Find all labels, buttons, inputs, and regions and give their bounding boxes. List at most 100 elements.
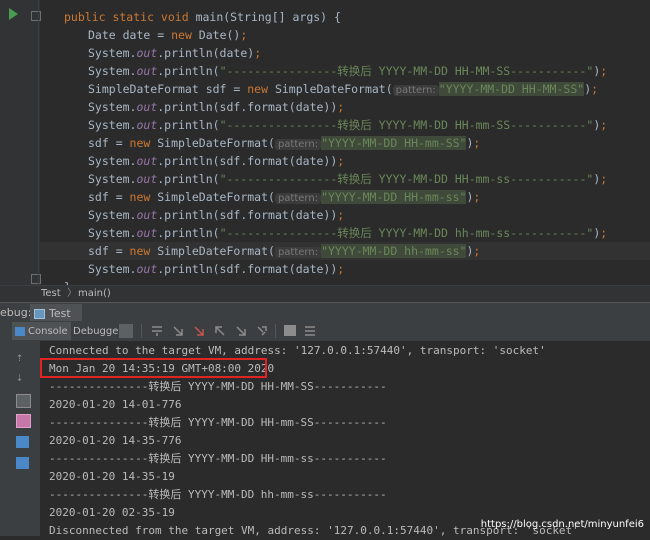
arrow-up-icon[interactable]: ⇡	[16, 351, 29, 363]
code-line[interactable]: System.out.println(sdf.format(date));	[88, 206, 344, 224]
code-token: sdf =	[88, 136, 130, 150]
step-into-icon[interactable]	[172, 325, 184, 337]
print-icon[interactable]	[16, 436, 29, 448]
console-line: 2020-01-20 14-35-776	[49, 434, 182, 447]
breadcrumb-class[interactable]: Test	[41, 286, 61, 302]
code-line[interactable]: System.out.println(sdf.format(date));	[88, 98, 344, 116]
code-token: ;	[254, 46, 262, 60]
code-token: Date date =	[88, 28, 172, 42]
console-line: ---------------转换后 YYYY-MM-DD HH-mm-SS--…	[49, 416, 387, 429]
code-token: SimpleDateFormat sdf =	[88, 82, 248, 96]
code-token: System.	[88, 208, 137, 222]
debug-tab-label: Test	[49, 307, 71, 320]
code-token: .println(sdf.format(date))	[157, 100, 338, 114]
code-token: main(String[] args) {	[195, 10, 341, 24]
step-over-icon[interactable]	[151, 325, 163, 337]
code-token: "----------------转换后 YYYY-MM-DD HH-mm-ss…	[219, 172, 594, 186]
parameter-hint: pattern:	[274, 139, 322, 150]
code-line[interactable]: sdf = new SimpleDateFormat(pattern: "YYYY…	[88, 188, 480, 206]
parameter-hint: pattern:	[392, 85, 439, 96]
code-line[interactable]: System.out.println("----------------转换后 …	[88, 62, 607, 80]
code-line[interactable]: Date date = new Date();	[88, 26, 247, 44]
toolbar-divider	[141, 324, 142, 338]
code-token: new	[129, 136, 158, 150]
code-token: out	[136, 172, 158, 186]
code-token: "----------------转换后 YYYY-MM-DD HH-MM-SS…	[219, 64, 594, 78]
code-line[interactable]: System.out.println(date);	[88, 44, 261, 62]
code-token: "YYYY-MM-DD HH-MM-SS"	[438, 82, 585, 96]
code-token: .println(sdf.format(date))	[157, 262, 338, 276]
test-config-icon	[34, 309, 45, 319]
run-icon[interactable]	[9, 8, 18, 20]
parameter-hint: pattern:	[274, 247, 322, 258]
run-to-cursor-icon[interactable]	[256, 325, 268, 337]
step-out-icon[interactable]	[214, 325, 226, 337]
code-token: System.	[88, 172, 137, 186]
trace-icon[interactable]	[304, 325, 316, 337]
code-token: .println(sdf.format(date))	[157, 208, 338, 222]
console-icon	[15, 326, 25, 336]
clear-all-icon[interactable]	[16, 457, 29, 469]
code-token: ;	[240, 28, 248, 42]
code-token: .println(	[157, 118, 220, 132]
breadcrumb-method[interactable]: main()	[78, 286, 111, 302]
evaluate-expression-icon[interactable]	[284, 325, 296, 336]
fold-icon[interactable]	[31, 11, 41, 21]
code-line[interactable]: System.out.println(sdf.format(date));	[88, 152, 344, 170]
fold-icon[interactable]	[31, 274, 41, 284]
code-token: Date()	[198, 28, 241, 42]
code-token: out	[136, 100, 158, 114]
code-token: .println(date)	[157, 46, 255, 60]
code-token: ;	[473, 244, 481, 258]
code-token: ;	[337, 154, 345, 168]
console-line: ---------------转换后 YYYY-MM-DD HH-MM-SS--…	[49, 380, 387, 393]
code-token: ;	[473, 136, 481, 150]
code-line[interactable]: System.out.println("----------------转换后 …	[88, 170, 607, 188]
code-line[interactable]: System.out.println(sdf.format(date));	[88, 260, 344, 278]
scroll-to-end-icon[interactable]	[16, 414, 31, 428]
code-token: ;	[473, 190, 481, 204]
console-line: 2020-01-20 02-35-19	[49, 506, 175, 519]
debug-tool-window-header: ebug: Test	[0, 302, 650, 322]
fold-guide	[38, 0, 39, 285]
code-line[interactable]: sdf = new SimpleDateFormat(pattern: "YYYY…	[88, 134, 480, 152]
soft-wrap-icon[interactable]	[16, 394, 31, 408]
code-token: SimpleDateFormat(	[157, 136, 275, 150]
code-token: System.	[88, 118, 137, 132]
code-token: SimpleDateFormat(	[274, 82, 393, 96]
code-token: ;	[337, 100, 345, 114]
code-token: System.	[88, 46, 137, 60]
code-token: out	[136, 46, 158, 60]
debug-session-tab[interactable]: Test	[30, 304, 82, 321]
tab-debugger[interactable]: Debugger	[70, 322, 126, 340]
code-token: System.	[88, 100, 137, 114]
code-line[interactable]: SimpleDateFormat sdf = new SimpleDateFor…	[88, 80, 598, 98]
force-step-into-icon[interactable]	[193, 325, 205, 337]
tab-console[interactable]: Console	[12, 322, 71, 340]
code-line[interactable]: public static void main(String[] args) {	[64, 8, 341, 26]
code-token: "YYYY-MM-DD HH-mm-ss"	[321, 190, 467, 204]
tab-console-label: Console	[28, 326, 68, 337]
breadcrumb: Test 〉 main()	[0, 285, 650, 302]
code-editor[interactable]: public static void main(String[] args) {…	[0, 0, 650, 294]
code-token: System.	[88, 262, 137, 276]
code-line[interactable]: System.out.println("----------------转换后 …	[88, 224, 607, 242]
code-token: System.	[88, 64, 137, 78]
code-token: "YYYY-MM-DD HH-mm-SS"	[321, 136, 467, 150]
code-token: ;	[337, 262, 345, 276]
code-token: out	[136, 208, 158, 222]
debug-side-toolbar: ⇡ ⇣	[0, 341, 40, 536]
arrow-down-icon[interactable]: ⇣	[16, 371, 29, 383]
code-token: ;	[600, 226, 608, 240]
code-token: new	[129, 244, 158, 258]
code-token: "YYYY-MM-DD hh-mm-ss"	[321, 244, 467, 258]
drop-frame-icon[interactable]	[235, 325, 247, 337]
code-token: new	[171, 28, 199, 42]
code-line[interactable]: System.out.println("----------------转换后 …	[88, 116, 607, 134]
annotation-highlight-box	[40, 358, 267, 378]
show-execution-point-icon[interactable]	[119, 324, 133, 338]
code-line[interactable]: sdf = new SimpleDateFormat(pattern: "YYYY…	[40, 242, 650, 260]
code-token: ;	[337, 208, 345, 222]
breadcrumb-separator: 〉	[67, 288, 77, 299]
editor-gutter[interactable]	[0, 0, 41, 285]
